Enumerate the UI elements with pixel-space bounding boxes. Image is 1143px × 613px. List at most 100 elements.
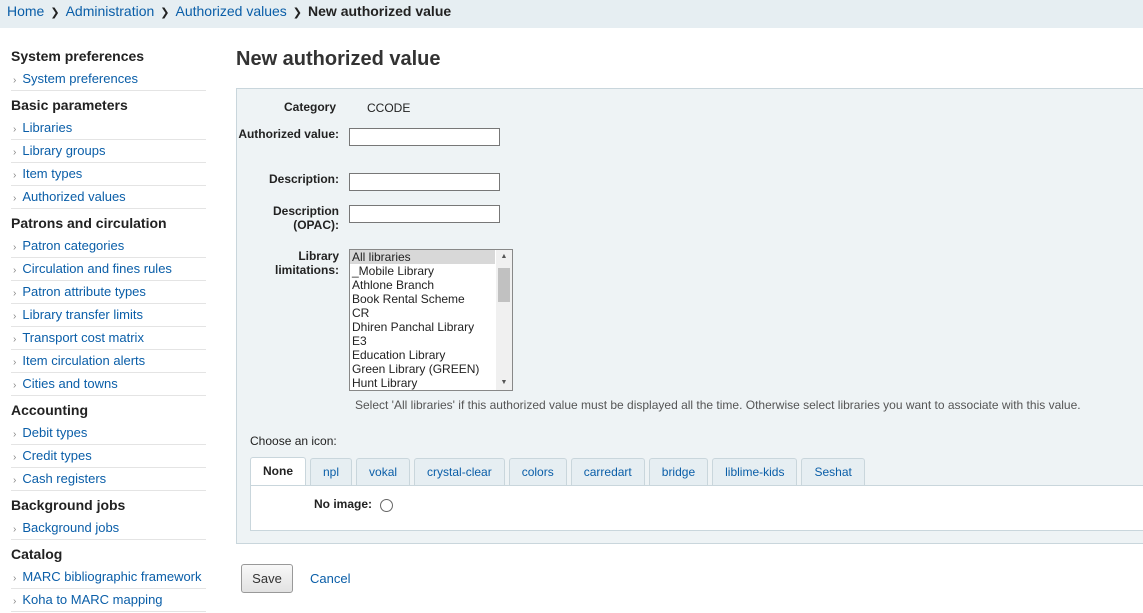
tab-carredart[interactable]: carredart (570, 458, 645, 485)
sidebar-item[interactable]: › Credit types (11, 445, 206, 468)
scroll-thumb[interactable] (498, 268, 510, 302)
sidebar-item[interactable]: › Libraries (11, 117, 206, 140)
tab-none[interactable]: None (250, 457, 306, 485)
breadcrumb: Home ❯ Administration ❯ Authorized values ❯ Ne… (0, 0, 1143, 28)
scroll-up-icon[interactable]: ▲ (496, 250, 512, 264)
library-option[interactable]: Athlone Branch (350, 278, 495, 292)
sidebar-heading: System preferences (11, 48, 145, 64)
description-opac-label: Description (OPAC): (272, 204, 339, 232)
breadcrumb-separator-icon: ❯ (292, 7, 303, 19)
sidebar-link[interactable]: Authorized values (22, 189, 125, 204)
sidebar-link[interactable]: Transport cost matrix (22, 330, 144, 345)
tab-vokal[interactable]: vokal (356, 458, 411, 485)
sidebar-item[interactable]: › System preferences (11, 68, 206, 91)
description-opac-input[interactable] (349, 205, 500, 223)
sidebar-heading: Catalog (11, 546, 63, 562)
library-option[interactable]: Book Rental Scheme (350, 292, 495, 306)
description-input[interactable] (349, 173, 500, 191)
library-select-scrollbar[interactable]: ▲ ▼ (496, 250, 512, 390)
tab-npl[interactable]: npl (310, 458, 353, 485)
chevron-right-icon: › (13, 242, 17, 253)
sidebar-link[interactable]: Patron categories (22, 238, 124, 253)
breadcrumb-home-link[interactable]: Home (7, 3, 44, 19)
icon-set-tabs: None npl vokal crystal-clear colors carredart… (250, 457, 869, 485)
library-option[interactable]: CR (350, 306, 495, 320)
tab-bridge[interactable]: bridge (648, 458, 709, 485)
sidebar-list: › Patron categories › Circulation and fines… (11, 235, 206, 396)
tab-colors[interactable]: colors (508, 458, 567, 485)
sidebar-item[interactable]: › Library groups (11, 140, 206, 163)
library-option[interactable]: All libraries (350, 250, 495, 264)
sidebar-item[interactable]: › Patron attribute types (11, 281, 206, 304)
breadcrumb-separator-icon: ❯ (160, 7, 170, 19)
sidebar-item[interactable]: › Cities and towns (11, 373, 206, 396)
scroll-down-icon[interactable]: ▼ (496, 376, 512, 390)
page-title: New authorized value (236, 48, 441, 70)
authorized-value-input[interactable] (349, 128, 500, 146)
chevron-right-icon: › (13, 524, 17, 535)
sidebar-item[interactable]: › Item types (11, 163, 206, 186)
sidebar-item[interactable]: › Koha to MARC mapping (11, 589, 206, 612)
sidebar-item[interactable]: › Transport cost matrix (11, 327, 206, 350)
library-option[interactable]: Green Library (GREEN) (350, 362, 495, 376)
icon-tab-panel: No image: (250, 485, 1143, 531)
library-option[interactable]: Hunt Library (350, 376, 495, 390)
chevron-right-icon: › (13, 452, 17, 463)
chevron-right-icon: › (13, 357, 17, 368)
breadcrumb-administration-link[interactable]: Administration (66, 3, 155, 19)
library-limitations-hint: Select 'All libraries' if this authorize… (355, 398, 1081, 412)
sidebar-link[interactable]: Patron attribute types (22, 284, 146, 299)
sidebar-item[interactable]: › MARC bibliographic framework (11, 566, 206, 589)
choose-icon-heading: Choose an icon: (250, 434, 337, 448)
sidebar-link[interactable]: Libraries (22, 120, 72, 135)
library-option[interactable]: E3 (350, 334, 495, 348)
sidebar-item[interactable]: › Cash registers (11, 468, 206, 491)
authorized-value-label: Authorized value: (238, 127, 339, 141)
no-image-label: No image: (314, 497, 373, 511)
sidebar-link[interactable]: Debit types (22, 425, 87, 440)
sidebar-item[interactable]: › Authorized values (11, 186, 206, 209)
tab-seshat[interactable]: Seshat (801, 458, 865, 485)
no-image-radio[interactable] (380, 499, 393, 512)
chevron-right-icon: › (13, 380, 17, 391)
breadcrumb-separator-icon: ❯ (50, 7, 60, 19)
chevron-right-icon: › (13, 265, 17, 276)
save-button[interactable]: Save (241, 564, 293, 593)
sidebar-item[interactable]: › Library transfer limits (11, 304, 206, 327)
sidebar-list: › MARC bibliographic framework › Koha to MA… (11, 566, 206, 612)
sidebar-link[interactable]: Library transfer limits (22, 307, 143, 322)
sidebar-link[interactable]: Cash registers (22, 471, 106, 486)
sidebar-link[interactable]: Item types (22, 166, 82, 181)
chevron-right-icon: › (13, 475, 17, 486)
sidebar-link[interactable]: Item circulation alerts (22, 353, 145, 368)
sidebar-link[interactable]: System preferences (22, 71, 138, 86)
sidebar-link[interactable]: Background jobs (22, 520, 119, 535)
chevron-right-icon: › (13, 124, 17, 135)
sidebar-list: › Debit types › Credit types › Cash registers (11, 422, 206, 491)
tab-crystal-clear[interactable]: crystal-clear (414, 458, 505, 485)
sidebar-link[interactable]: Library groups (22, 143, 105, 158)
breadcrumb-current: New authorized value (308, 3, 452, 19)
chevron-right-icon: › (13, 193, 17, 204)
library-option[interactable]: _Mobile Library (350, 264, 495, 278)
chevron-right-icon: › (13, 429, 17, 440)
sidebar-item[interactable]: › Circulation and fines rules (11, 258, 206, 281)
sidebar-item[interactable]: › Patron categories (11, 235, 206, 258)
chevron-right-icon: › (13, 170, 17, 181)
tab-liblime-kids[interactable]: liblime-kids (712, 458, 798, 485)
sidebar-link[interactable]: Circulation and fines rules (22, 261, 172, 276)
admin-sidebar: System preferences › System preferences Bas… (11, 46, 206, 612)
sidebar-item[interactable]: › Debit types (11, 422, 206, 445)
library-limitations-select[interactable]: All libraries _Mobile Library Athlone Bran… (349, 249, 513, 391)
sidebar-link[interactable]: Koha to MARC mapping (22, 592, 162, 607)
category-label: Category (283, 100, 336, 114)
breadcrumb-authorized-values-link[interactable]: Authorized values (176, 3, 287, 19)
cancel-link[interactable]: Cancel (310, 571, 350, 586)
sidebar-item[interactable]: › Item circulation alerts (11, 350, 206, 373)
sidebar-link[interactable]: Credit types (22, 448, 91, 463)
sidebar-link[interactable]: Cities and towns (22, 376, 117, 391)
sidebar-item[interactable]: › Background jobs (11, 517, 206, 540)
sidebar-link[interactable]: MARC bibliographic framework (22, 569, 201, 584)
library-option[interactable]: Dhiren Panchal Library (350, 320, 495, 334)
library-option[interactable]: Education Library (350, 348, 495, 362)
